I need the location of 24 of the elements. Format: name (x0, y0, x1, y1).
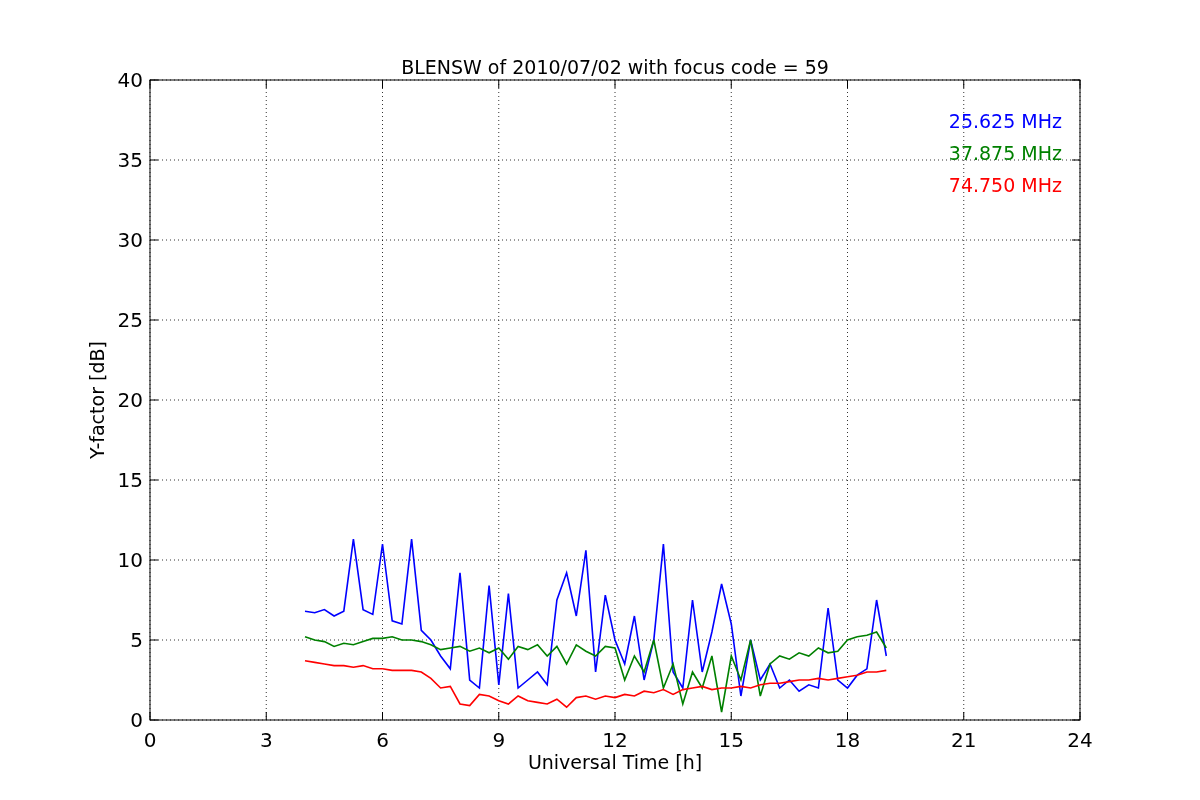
y-tick-label: 15 (117, 468, 143, 492)
x-tick-label: 24 (1067, 728, 1093, 752)
y-tick-label: 25 (117, 308, 143, 332)
legend-label: 37.875 MHz (948, 142, 1062, 164)
y-tick-label: 40 (117, 68, 143, 92)
x-tick-label: 3 (259, 728, 273, 752)
legend-label: 25.625 MHz (948, 110, 1062, 132)
y-axis-label: Y-factor [dB] (86, 341, 108, 459)
y-tick-label: 20 (117, 388, 143, 412)
x-tick-label: 12 (602, 728, 628, 752)
y-tick-label: 10 (117, 548, 143, 572)
chart-title: BLENSW of 2010/07/02 with focus code = 59 (401, 56, 829, 78)
legend-label: 74.750 MHz (948, 174, 1062, 196)
y-tick-label: 0 (130, 708, 143, 732)
x-tick-label: 9 (492, 728, 506, 752)
x-axis-label: Universal Time [h] (527, 751, 703, 773)
x-tick-label: 6 (376, 728, 389, 752)
y-tick-label: 30 (117, 228, 143, 252)
x-tick-label: 0 (143, 728, 157, 752)
y-tick-label: 5 (130, 628, 143, 652)
x-tick-label: 21 (951, 728, 977, 752)
y-tick-label: 35 (117, 148, 143, 172)
x-tick-label: 18 (834, 728, 861, 752)
x-tick-label: 15 (718, 728, 744, 752)
